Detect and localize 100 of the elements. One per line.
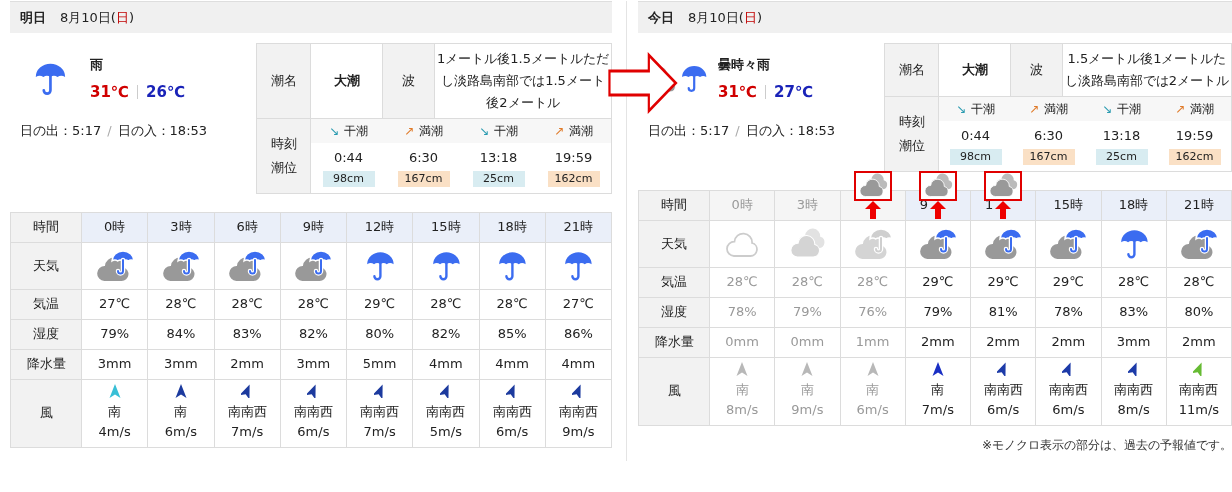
temperature-cell: 28℃: [775, 267, 841, 297]
humidity-cell: 81%: [971, 297, 1037, 327]
tide-arrow: ↗: [404, 123, 415, 140]
humidity-cell: 82%: [413, 319, 480, 349]
tide-time: 6:30: [1033, 127, 1064, 145]
low-temperature: 26℃: [146, 81, 186, 103]
wind-speed: 8m/s: [1117, 401, 1150, 419]
hour-label: 18時: [497, 218, 527, 237]
wind-direction: 南南西: [1114, 381, 1154, 399]
header-cell: 波: [1011, 44, 1063, 96]
precipitation-cell: 3mm: [280, 349, 347, 379]
tide-arrow: ↘: [479, 123, 490, 140]
weather-label: 雨: [90, 56, 104, 74]
wind-direction: 南南西: [558, 403, 598, 421]
low-temperature: 27℃: [774, 81, 814, 103]
hour-label: 0時: [731, 196, 753, 215]
wind-speed: 9m/s: [562, 423, 595, 441]
sunrise-time: 日の出：5:17: [648, 122, 730, 140]
wind-speed: 7m/s: [363, 423, 396, 441]
tide-time: 19:59: [1175, 127, 1214, 145]
sunset-time: 日の入：18:53: [745, 122, 836, 140]
tide-time: 0:44: [333, 149, 364, 167]
day-label: 今日: [648, 8, 674, 27]
precipitation-cell: 3mm: [148, 349, 215, 379]
tide-level: 98cm: [949, 148, 1002, 165]
temperature-cell: 28℃: [479, 289, 546, 319]
wind-speed: 6m/s: [496, 423, 529, 441]
header-cell: 時刻 潮位: [257, 119, 311, 193]
wind-speed: 6m/s: [1052, 401, 1085, 419]
humidity-cell-text: 80%: [1183, 303, 1215, 322]
humidity-cell: 84%: [148, 319, 215, 349]
tide-level: 167cm: [397, 170, 450, 187]
tide-level: 162cm: [547, 170, 600, 187]
humidity-cell: 83%: [1101, 297, 1167, 327]
tide-level: 25cm: [472, 170, 525, 187]
day-label: 明日: [20, 8, 46, 27]
tide-label: 満潮: [1189, 101, 1214, 118]
tide-time: 6:30: [408, 149, 439, 167]
tide-arrow: ↗: [1175, 101, 1186, 118]
pointer-arrow: [608, 52, 678, 114]
wind-direction: 南南西: [426, 403, 466, 421]
tide-level: 162cm: [1168, 148, 1221, 165]
separator: /: [107, 122, 112, 140]
row-header: 気温: [639, 267, 710, 297]
header-cell: 潮名: [885, 44, 939, 96]
row-header: 湿度: [11, 319, 82, 349]
hour-label: 18時: [1118, 196, 1149, 215]
wind-speed: 6m/s: [856, 401, 889, 419]
high-temperature: 31℃: [718, 81, 758, 103]
wind-direction: 南南西: [293, 403, 333, 421]
tide-label: 干潮: [343, 123, 368, 140]
tide-label: 干潮: [1116, 101, 1141, 118]
hour-label: 15時: [1053, 196, 1084, 215]
precipitation-cell: 3mm: [82, 349, 149, 379]
tide-time: 19:59: [554, 149, 593, 167]
wind-speed: 5m/s: [429, 423, 462, 441]
humidity-cell: 83%: [214, 319, 281, 349]
wind-direction: 南南西: [983, 381, 1023, 399]
row-header: 降水量: [11, 349, 82, 379]
header-cell: 波: [383, 44, 435, 118]
row-header: 天気: [639, 220, 710, 267]
humidity-cell: 79%: [775, 297, 841, 327]
humidity-cell: 82%: [280, 319, 347, 349]
tide-arrow: ↘: [1102, 101, 1113, 118]
row-header: 天気: [11, 242, 82, 289]
humidity-cell: 79%: [905, 297, 971, 327]
footnote: ※モノクロ表示の部分は、過去の予報値です。: [981, 436, 1232, 454]
precipitation-cell: 3mm: [1101, 327, 1167, 357]
hour-label: 12時: [364, 218, 395, 237]
callout-arrow: [995, 200, 1012, 219]
row-header: 気温: [11, 289, 82, 319]
precipitation-cell-text: 2mm: [1181, 333, 1217, 352]
humidity-cell: 76%: [840, 297, 906, 327]
hour-label: 21時: [1184, 196, 1214, 215]
tide-time: 13:18: [1102, 127, 1141, 145]
temperature-cell: 28℃: [840, 267, 906, 297]
sunrise-time: 日の出：5:17: [20, 122, 102, 140]
temperature-cell: 29℃: [347, 289, 414, 319]
hour-label: 6時: [236, 218, 258, 237]
row-header: 風: [11, 379, 82, 447]
wind-speed: 6m/s: [164, 423, 197, 441]
wind-direction: 南南西: [360, 403, 400, 421]
temperature-cell: 29℃: [905, 267, 971, 297]
tide-label: 干潮: [493, 123, 518, 140]
weather-label: 曇時々雨: [718, 56, 771, 74]
wind-speed: 6m/s: [297, 423, 330, 441]
wind-direction: 南: [800, 381, 814, 399]
row-header: 降水量: [639, 327, 710, 357]
wind-direction: 南南西: [492, 403, 532, 421]
humidity-cell: 80%: [347, 319, 414, 349]
temperature-cell: 28℃: [148, 289, 215, 319]
precipitation-cell: 2mm: [971, 327, 1037, 357]
date-label: 8月10日(日): [60, 8, 134, 27]
hour-label: 0時: [104, 218, 126, 237]
tide-arrow: ↘: [329, 123, 340, 140]
temperature-cell: 27℃: [82, 289, 149, 319]
tide-arrow: ↗: [1029, 101, 1040, 118]
header-cell: 潮名: [257, 44, 311, 118]
tide-label: 満潮: [418, 123, 443, 140]
humidity-cell: 78%: [1036, 297, 1102, 327]
